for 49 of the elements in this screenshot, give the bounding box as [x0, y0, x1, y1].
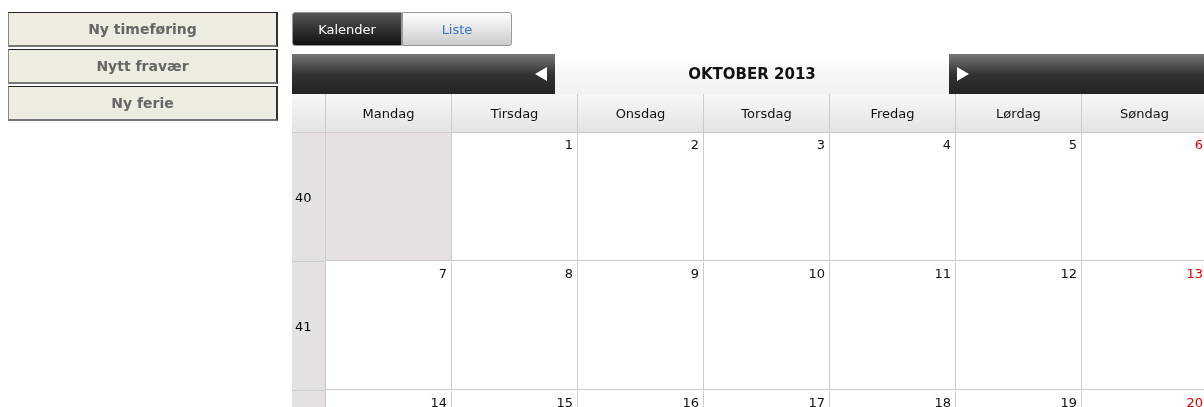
weekday-header: Fredag [830, 94, 956, 133]
day-cell[interactable]: 1 [452, 133, 578, 261]
date-number: 14 [430, 395, 447, 407]
weekday-header: Lørdag [956, 94, 1082, 133]
date-number: 16 [682, 395, 699, 407]
date-number: 17 [808, 395, 825, 407]
date-number: 13 [1186, 266, 1203, 281]
left-triangle-icon [535, 67, 547, 81]
date-number: 10 [808, 266, 825, 281]
date-number: 2 [690, 137, 699, 152]
view-tab[interactable]: Liste [402, 12, 512, 46]
weekday-header: Mandag [326, 94, 452, 133]
date-number: 19 [1060, 395, 1077, 407]
week-number: 40 [292, 133, 326, 262]
month-title: OKTOBER 2013 [555, 54, 949, 94]
date-number: 12 [1060, 266, 1077, 281]
weekday-header: Søndag [1082, 94, 1204, 133]
sidebar-button[interactable]: Ny timeføring [8, 12, 278, 47]
date-number: 1 [564, 137, 573, 152]
sidebar-button[interactable]: Nytt fravær [8, 49, 278, 84]
date-number: 20 [1186, 395, 1203, 407]
date-number: 15 [556, 395, 573, 407]
weekday-header: Onsdag [578, 94, 704, 133]
day-cell[interactable]: 7 [326, 262, 452, 390]
day-cell[interactable]: 4 [830, 133, 956, 261]
day-cell[interactable]: 12 [956, 262, 1082, 390]
week-number: 41 [292, 262, 326, 391]
date-number: 3 [816, 137, 825, 152]
date-number: 7 [438, 266, 447, 281]
day-cell[interactable]: 9 [578, 262, 704, 390]
day-cell[interactable]: 11 [830, 262, 956, 390]
day-cell[interactable]: 3 [704, 133, 830, 261]
date-number: 8 [564, 266, 573, 281]
date-number: 18 [934, 395, 951, 407]
date-number: 9 [690, 266, 699, 281]
day-cell[interactable]: 8 [452, 262, 578, 390]
day-cell[interactable]: 5 [956, 133, 1082, 261]
date-number: 5 [1068, 137, 1077, 152]
weekday-header: Torsdag [704, 94, 830, 133]
date-number: 4 [942, 137, 951, 152]
date-number: 6 [1194, 137, 1203, 152]
day-cell[interactable]: 10 [704, 262, 830, 390]
view-tab[interactable]: Kalender [292, 12, 402, 46]
weekday-header: Tirsdag [452, 94, 578, 133]
corner-header [292, 94, 326, 133]
day-cell[interactable]: 2 [578, 133, 704, 261]
right-triangle-icon [957, 67, 969, 81]
date-number: 11 [934, 266, 951, 281]
sidebar-button[interactable]: Ny ferie [8, 86, 278, 121]
